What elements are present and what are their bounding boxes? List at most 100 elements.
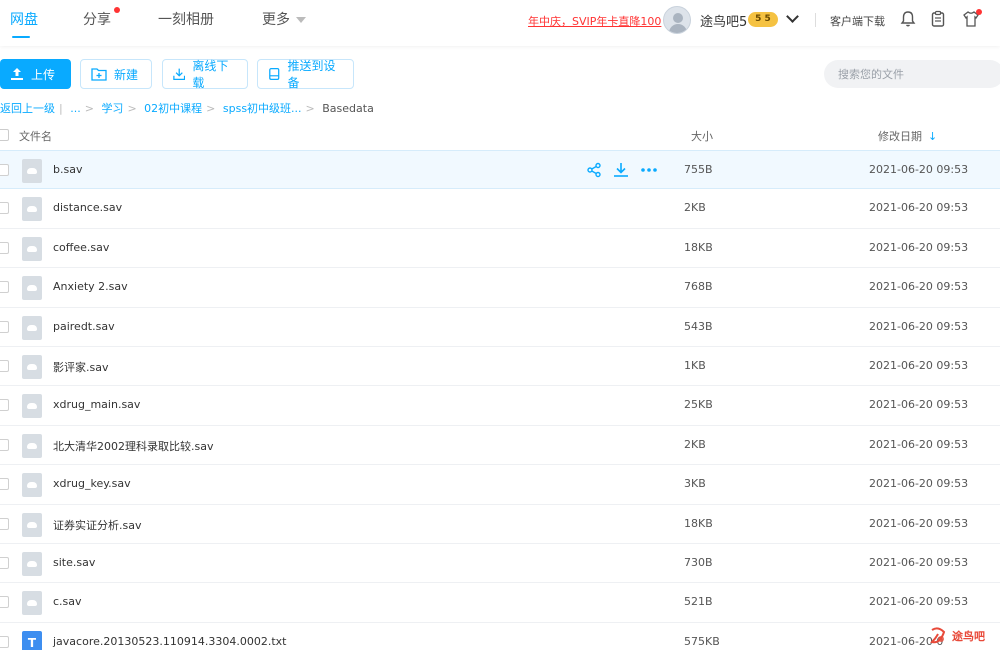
new-folder-button[interactable]: 新建 <box>80 59 152 89</box>
upload-icon <box>11 68 23 80</box>
tab-netdisk[interactable]: 网盘 <box>10 9 38 29</box>
sav-file-icon <box>22 236 42 261</box>
file-size: 25KB <box>684 398 713 412</box>
file-name[interactable]: 影评家.sav <box>53 359 108 375</box>
tab-share[interactable]: 分享 <box>83 9 111 29</box>
row-checkbox[interactable] <box>0 478 9 491</box>
sav-file-icon <box>22 354 42 379</box>
file-name[interactable]: coffee.sav <box>53 241 109 254</box>
breadcrumb-current: Basedata <box>322 102 374 115</box>
search-input[interactable] <box>824 60 1000 88</box>
clipboard-icon[interactable] <box>929 10 947 28</box>
upload-label: 上传 <box>31 67 56 82</box>
file-date: 2021-06-20 09:53 <box>869 280 969 294</box>
download-icon[interactable] <box>612 162 630 178</box>
file-name[interactable]: c.sav <box>53 595 82 608</box>
skin-notification-dot <box>976 9 982 15</box>
divider <box>815 13 816 27</box>
table-row[interactable]: coffee.sav 18KB 2021-06-20 09:53 <box>0 229 1000 269</box>
column-header-size[interactable]: 大小 <box>691 128 713 144</box>
share-notification-dot <box>114 7 120 13</box>
file-size: 543B <box>684 319 713 333</box>
table-row[interactable]: 证券实证分析.sav 18KB 2021-06-20 09:53 <box>0 505 1000 544</box>
table-row[interactable]: c.sav 521B 2021-06-20 09:53 <box>0 583 1000 623</box>
sort-down-arrow-icon: ↓ <box>928 130 938 143</box>
file-name[interactable]: Anxiety 2.sav <box>53 280 128 293</box>
chevron-down-icon <box>296 17 306 23</box>
file-size: 521B <box>684 595 713 609</box>
file-date: 2021-06-20 09:53 <box>869 201 969 215</box>
offline-download-button[interactable]: 离线下载 <box>162 59 248 90</box>
row-checkbox[interactable] <box>0 438 9 451</box>
push-to-device-button[interactable]: 推送到设备 <box>257 59 354 90</box>
row-checkbox[interactable] <box>0 517 9 530</box>
row-checkbox[interactable] <box>0 399 9 412</box>
column-header-date[interactable]: 修改日期 ↓ <box>878 128 937 144</box>
breadcrumb-back-link[interactable]: 返回上一级 <box>0 102 55 115</box>
file-size: 575KB <box>684 634 720 648</box>
row-checkbox[interactable] <box>0 202 9 215</box>
sav-file-icon <box>22 433 42 458</box>
table-row[interactable]: T javacore.20130523.110914.3304.0002.txt… <box>0 623 1000 650</box>
table-row[interactable]: site.sav 730B 2021-06-20 09:53 <box>0 544 1000 584</box>
tab-album[interactable]: 一刻相册 <box>158 9 214 29</box>
file-name[interactable]: xdrug_main.sav <box>53 398 140 411</box>
table-row[interactable]: 北大清华2002理科录取比较.sav 2KB 2021-06-20 09:53 <box>0 426 1000 466</box>
table-row[interactable]: 影评家.sav 1KB 2021-06-20 09:53 <box>0 347 1000 387</box>
file-name[interactable]: b.sav <box>53 163 82 176</box>
sav-file-icon <box>22 197 42 222</box>
select-all-checkbox[interactable] <box>0 129 9 141</box>
push-to-device-label: 推送到设备 <box>287 59 336 90</box>
column-header-date-label: 修改日期 <box>878 130 922 143</box>
username[interactable]: 途鸟吧5 <box>700 11 747 30</box>
file-name[interactable]: xdrug_key.sav <box>53 477 131 490</box>
file-name[interactable]: site.sav <box>53 556 95 569</box>
more-options-icon[interactable] <box>640 162 658 178</box>
tab-more[interactable]: 更多 <box>262 9 306 29</box>
table-row[interactable]: b.sav 755B 2021-06-20 09:53 <box>0 150 1000 190</box>
row-checkbox[interactable] <box>0 164 9 176</box>
watermark-logo: 途鸟吧 <box>930 627 985 644</box>
table-row[interactable]: xdrug_main.sav 25KB 2021-06-20 09:53 <box>0 386 1000 426</box>
row-checkbox[interactable] <box>0 596 9 609</box>
breadcrumb-item[interactable]: spss初中级班... <box>223 102 302 115</box>
client-download-link[interactable]: 客户端下载 <box>830 13 885 29</box>
table-row[interactable]: pairedt.sav 543B 2021-06-20 09:53 <box>0 308 1000 347</box>
bell-icon[interactable] <box>899 10 917 28</box>
file-date: 2021-06-20 09:53 <box>869 240 969 254</box>
table-row[interactable]: xdrug_key.sav 3KB 2021-06-20 09:53 <box>0 465 1000 505</box>
row-checkbox[interactable] <box>0 359 9 372</box>
upload-button[interactable]: 上传 <box>0 59 71 89</box>
breadcrumb-item[interactable]: 02初中课程 <box>144 102 202 115</box>
file-size: 2KB <box>684 437 706 451</box>
avatar[interactable] <box>663 6 691 34</box>
row-checkbox[interactable] <box>0 556 9 569</box>
share-icon[interactable] <box>586 162 602 178</box>
breadcrumb: 返回上一级 | ... > 学习 > 02初中课程 > spss初中级班... > Bas… <box>0 102 374 115</box>
file-date: 2021-06-20 09:53 <box>869 437 969 451</box>
user-menu-chevron-icon[interactable] <box>786 10 799 23</box>
breadcrumb-ellipsis[interactable]: ... <box>70 102 81 115</box>
file-name[interactable]: pairedt.sav <box>53 320 115 333</box>
row-checkbox[interactable] <box>0 281 9 294</box>
new-folder-icon <box>91 68 107 81</box>
breadcrumb-item[interactable]: 学习 <box>101 102 123 115</box>
active-tab-indicator <box>12 36 30 38</box>
column-header-name[interactable]: 文件名 <box>19 128 52 144</box>
table-row[interactable]: distance.sav 2KB 2021-06-20 09:53 <box>0 189 1000 229</box>
download-icon <box>173 68 186 80</box>
table-row[interactable]: Anxiety 2.sav 768B 2021-06-20 09:53 <box>0 268 1000 308</box>
file-size: 2KB <box>684 201 706 215</box>
device-icon <box>269 68 280 80</box>
file-size: 768B <box>684 280 713 294</box>
promo-link[interactable]: 年中庆，SVIP年卡直降100 <box>528 13 661 29</box>
file-size: 18KB <box>684 240 713 254</box>
file-name[interactable]: distance.sav <box>53 201 122 214</box>
row-checkbox[interactable] <box>0 635 9 648</box>
row-checkbox[interactable] <box>0 241 9 254</box>
file-name[interactable]: 北大清华2002理科录取比较.sav <box>53 438 213 454</box>
file-size: 3KB <box>684 477 706 491</box>
file-name[interactable]: javacore.20130523.110914.3304.0002.txt <box>53 635 286 648</box>
file-name[interactable]: 证券实证分析.sav <box>53 517 141 533</box>
row-checkbox[interactable] <box>0 320 9 333</box>
